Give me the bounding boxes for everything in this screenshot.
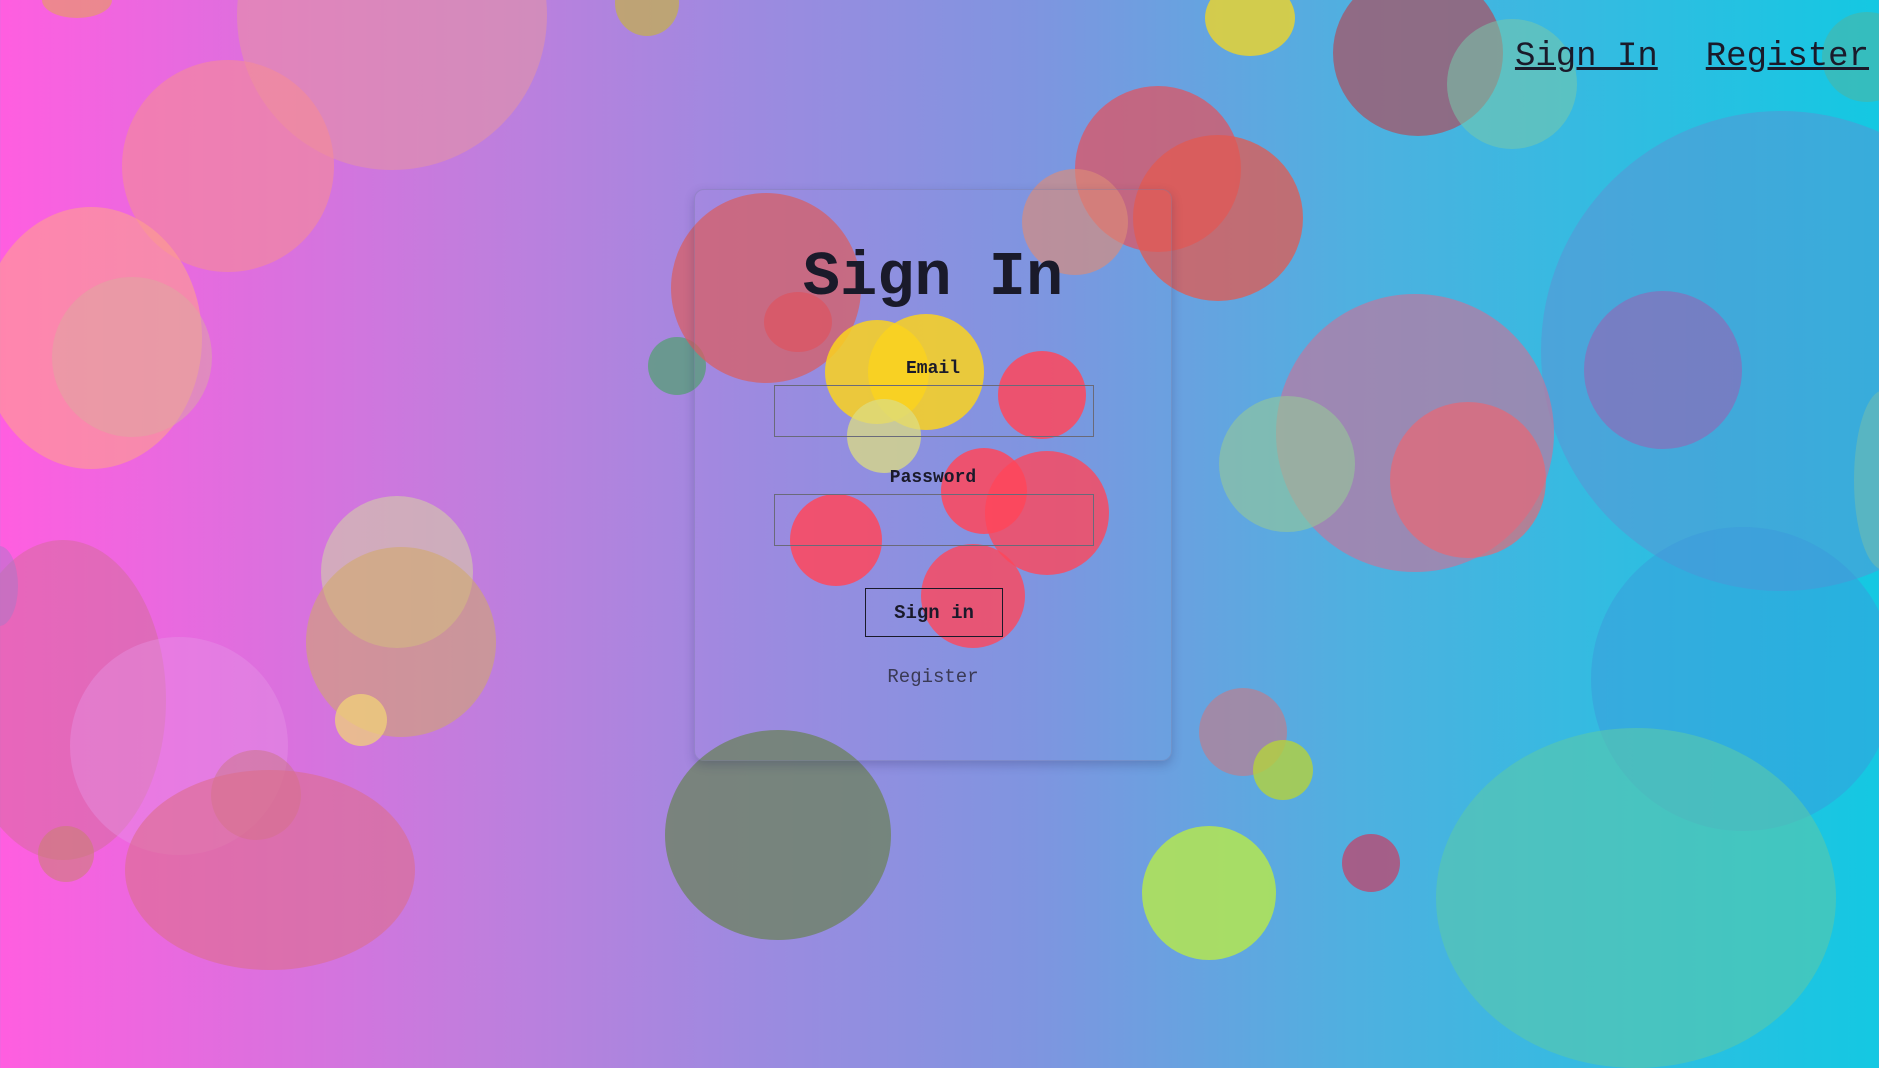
sign-in-button[interactable]: Sign in bbox=[865, 588, 1003, 637]
register-link[interactable]: Register bbox=[695, 666, 1171, 688]
sign-in-card: Sign In Email Password Sign in Register bbox=[694, 189, 1172, 761]
password-field[interactable] bbox=[774, 494, 1094, 546]
page-title: Sign In bbox=[802, 242, 1064, 313]
password-label: Password bbox=[889, 468, 977, 488]
top-nav: Sign In Register bbox=[1515, 38, 1869, 76]
email-label: Email bbox=[905, 359, 960, 379]
nav-sign-in-link[interactable]: Sign In bbox=[1515, 38, 1658, 76]
email-field[interactable] bbox=[774, 385, 1094, 437]
nav-register-link[interactable]: Register bbox=[1706, 38, 1869, 76]
